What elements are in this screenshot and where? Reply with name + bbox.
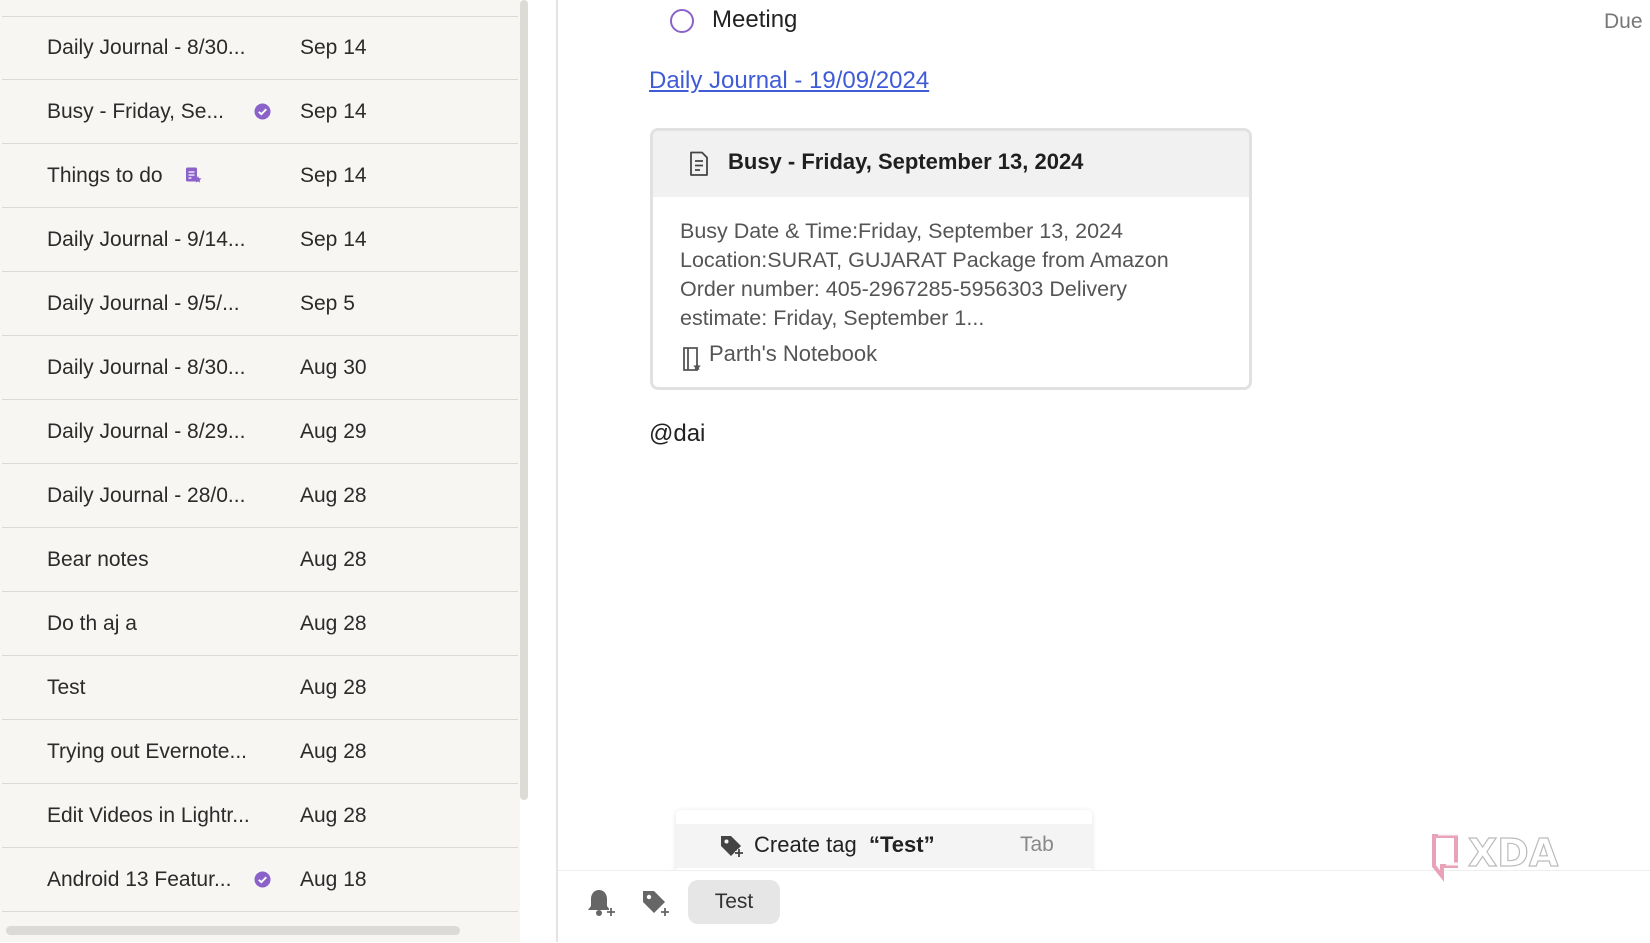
note-date: Sep 14 — [300, 228, 367, 251]
list-item[interactable]: Daily Journal - 8/30... Sep 14 — [2, 16, 518, 80]
list-item[interactable]: Daily Journal - 8/30... Aug 30 — [2, 336, 518, 400]
task-label[interactable]: Meeting — [712, 6, 797, 34]
note-title: Daily Journal - 9/5/... — [47, 292, 240, 315]
create-tag-value: “Test” — [868, 832, 935, 857]
list-item[interactable]: Android 13 Featur... Aug 18 — [2, 848, 518, 912]
card-preview-line: Location:SURAT, GUJARAT Package from Ama… — [680, 248, 1169, 272]
verified-icon — [254, 103, 271, 120]
notebook-icon — [683, 347, 701, 371]
note-title: Do th aj a — [47, 612, 137, 635]
create-tag-option[interactable]: Create tag “Test” Tab — [676, 824, 1092, 868]
note-date: Aug 28 — [300, 676, 367, 699]
tag-chip[interactable]: Test — [688, 880, 780, 924]
list-item[interactable]: Test Aug 28 — [2, 656, 518, 720]
list-item[interactable]: Daily Journal - 9/5/... Sep 5 — [2, 272, 518, 336]
due-date-label[interactable]: Due — [1604, 10, 1643, 34]
note-date: Aug 18 — [300, 868, 367, 891]
note-title: Test — [47, 676, 86, 699]
list-top-divider — [2, 0, 518, 17]
keyboard-hint: Tab — [1020, 833, 1054, 856]
note-date: Aug 28 — [300, 548, 367, 571]
tag-add-icon — [721, 836, 743, 857]
note-date: Aug 28 — [300, 804, 367, 827]
card-preview-text: Busy Date & Time:Friday, September 13, 2… — [680, 217, 1225, 333]
note-date: Sep 14 — [300, 100, 367, 123]
create-tag-text: Create tag — [754, 832, 857, 857]
list-item[interactable]: Daily Journal - 28/0... Aug 28 — [2, 464, 518, 528]
list-item[interactable]: Things to do Sep 14 — [2, 144, 518, 208]
note-date: Aug 30 — [300, 356, 367, 379]
tag-suggestion-popup: Create tag “Test” Tab — [676, 810, 1092, 876]
card-preview-line: Busy Date & Time:Friday, September 13, 2… — [680, 219, 1123, 243]
list-item[interactable]: Do th aj a Aug 28 — [2, 592, 518, 656]
note-date: Aug 29 — [300, 420, 367, 443]
card-preview-line: estimate: Friday, September 1... — [680, 306, 985, 330]
note-title: Daily Journal - 8/30... — [47, 356, 246, 379]
note-title: Edit Videos in Lightr... — [47, 804, 250, 827]
list-item[interactable]: Busy - Friday, Se... Sep 14 — [2, 80, 518, 144]
note-link[interactable]: Daily Journal - 19/09/2024 — [649, 67, 929, 95]
add-reminder-icon[interactable] — [585, 886, 617, 920]
note-title: Android 13 Featur... — [47, 868, 232, 891]
note-date: Sep 14 — [300, 164, 367, 187]
document-icon — [690, 151, 708, 176]
card-preview-line: Order number: 405-2967285-5956303 Delive… — [680, 277, 1127, 301]
note-title: Busy - Friday, Se... — [47, 100, 224, 123]
note-title: Daily Journal - 28/0... — [47, 484, 246, 507]
note-date: Aug 28 — [300, 484, 367, 507]
add-tag-icon[interactable] — [639, 886, 671, 920]
card-title: Busy - Friday, September 13, 2024 — [728, 149, 1084, 174]
note-title: Daily Journal - 8/30... — [47, 36, 246, 59]
note-title: Daily Journal - 8/29... — [47, 420, 246, 443]
note-date: Sep 14 — [300, 36, 367, 59]
list-item[interactable]: Edit Videos in Lightr... Aug 28 — [2, 784, 518, 848]
list-item[interactable]: Daily Journal - 8/29... Aug 29 — [2, 400, 518, 464]
note-list: Daily Journal - 8/30... Sep 14 Busy - Frid… — [0, 0, 520, 942]
note-date: Sep 5 — [300, 292, 355, 315]
mention-input-text[interactable]: @dai — [649, 420, 705, 448]
note-title: Things to do — [47, 164, 163, 187]
verified-icon — [254, 871, 271, 888]
xda-logo: XDA — [1432, 830, 1559, 882]
list-item[interactable]: Trying out Evernote... Aug 28 — [2, 720, 518, 784]
linked-note-card[interactable]: Busy - Friday, September 13, 2024 Busy D… — [650, 128, 1252, 390]
create-tag-label: Create tag “Test” — [754, 832, 935, 858]
note-date: Aug 28 — [300, 612, 367, 635]
note-date: Aug 28 — [300, 740, 367, 763]
list-vertical-scrollbar[interactable] — [520, 0, 528, 800]
note-star-icon — [186, 167, 202, 183]
card-header: Busy - Friday, September 13, 2024 — [653, 131, 1249, 197]
xda-logo-text: XDA — [1468, 831, 1559, 875]
list-horizontal-scrollbar[interactable] — [6, 926, 460, 935]
note-title: Trying out Evernote... — [47, 740, 247, 763]
note-title: Daily Journal - 9/14... — [47, 228, 246, 251]
task-checkbox[interactable] — [670, 9, 694, 33]
note-title: Bear notes — [47, 548, 149, 571]
card-notebook-name: Parth's Notebook — [709, 341, 878, 366]
list-item[interactable]: Daily Journal - 9/14... Sep 14 — [2, 208, 518, 272]
list-item[interactable]: Bear notes Aug 28 — [2, 528, 518, 592]
